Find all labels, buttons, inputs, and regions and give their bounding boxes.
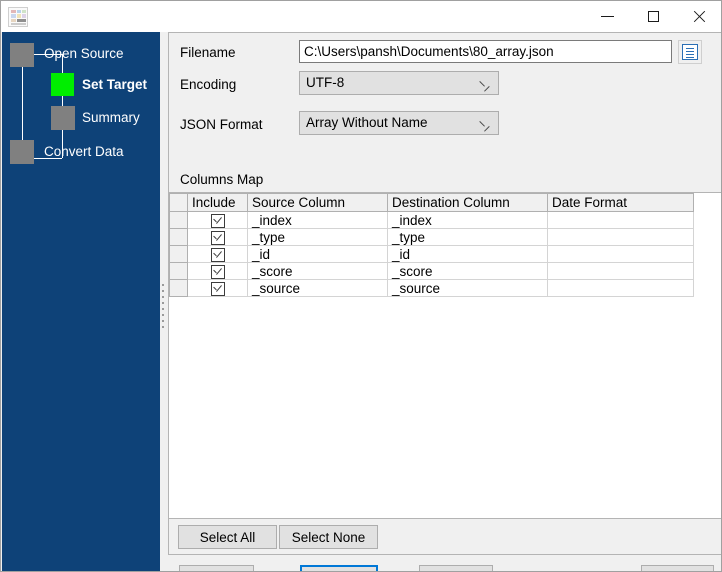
row-selector[interactable] (170, 263, 188, 280)
checkbox-checked-icon[interactable] (211, 282, 225, 296)
destination-column-cell[interactable]: _source (388, 280, 548, 297)
back-button[interactable]: Back (179, 565, 254, 572)
wizard-label-open-source: Open Source (44, 46, 124, 62)
wizard-sidebar: Open Source Set Target Summary Convert D… (2, 32, 160, 572)
col-header-date-format[interactable]: Date Format (548, 194, 694, 212)
row-selector[interactable] (170, 246, 188, 263)
destination-column-cell[interactable]: _score (388, 263, 548, 280)
selection-actions-bar: Select All Select None (168, 519, 722, 555)
checkbox-checked-icon[interactable] (211, 231, 225, 245)
file-document-icon (682, 44, 698, 60)
checkbox-checked-icon[interactable] (211, 265, 225, 279)
select-all-button[interactable]: Select All (178, 525, 277, 549)
wizard-label-convert-data: Convert Data (44, 144, 124, 160)
table-row[interactable]: _source _source (170, 280, 694, 297)
next-button[interactable]: Next (300, 565, 378, 572)
json-format-label: JSON Format (180, 117, 263, 132)
splitter-grip-icon (162, 284, 165, 332)
help-button[interactable]: ? Help (641, 565, 714, 572)
checkbox-checked-icon[interactable] (211, 214, 225, 228)
filename-input[interactable] (299, 40, 672, 63)
columns-map-label: Columns Map (180, 172, 263, 187)
source-column-cell[interactable]: _source (248, 280, 388, 297)
source-column-cell[interactable]: _index (248, 212, 388, 229)
columns-map-grid[interactable]: Include Source Column Destination Column… (168, 192, 722, 519)
main-content: Filename Encoding UTF-8 JSON Format Arra… (168, 32, 722, 572)
source-column-cell[interactable]: _type (248, 229, 388, 246)
date-format-cell[interactable] (548, 229, 694, 246)
date-format-cell[interactable] (548, 280, 694, 297)
date-format-cell[interactable] (548, 246, 694, 263)
wizard-node-open-source[interactable] (10, 43, 34, 67)
col-header-destination-column[interactable]: Destination Column (388, 194, 548, 212)
select-none-button[interactable]: Select None (279, 525, 378, 549)
table-row[interactable]: _index _index (170, 212, 694, 229)
minimize-button[interactable] (585, 1, 631, 32)
panel-splitter[interactable] (160, 32, 168, 572)
table-row[interactable]: _type _type (170, 229, 694, 246)
minimize-icon (601, 16, 614, 17)
chevron-down-icon (480, 80, 489, 89)
wizard-label-summary: Summary (82, 110, 140, 126)
application-window: Open Source Set Target Summary Convert D… (0, 0, 722, 572)
browse-file-button[interactable] (678, 40, 702, 64)
wizard-footer: Back Next Cancel ? Help (168, 555, 722, 572)
destination-column-cell[interactable]: _id (388, 246, 548, 263)
row-selector[interactable] (170, 229, 188, 246)
chevron-down-icon-2 (480, 120, 489, 129)
include-cell[interactable] (188, 212, 248, 229)
col-header-select[interactable] (170, 194, 188, 212)
wizard-node-set-target[interactable] (51, 73, 74, 96)
include-cell[interactable] (188, 263, 248, 280)
include-cell[interactable] (188, 246, 248, 263)
filename-label: Filename (180, 45, 236, 60)
app-grid-icon (8, 7, 28, 27)
col-header-include[interactable]: Include (188, 194, 248, 212)
include-cell[interactable] (188, 280, 248, 297)
date-format-cell[interactable] (548, 263, 694, 280)
target-form: Filename Encoding UTF-8 JSON Format Arra… (168, 32, 722, 192)
checkbox-checked-icon[interactable] (211, 248, 225, 262)
destination-column-cell[interactable]: _type (388, 229, 548, 246)
table-body: _index _index _type _type _id (170, 212, 694, 297)
maximize-icon (648, 11, 659, 22)
encoding-value: UTF-8 (306, 75, 344, 90)
json-format-select[interactable]: Array Without Name (299, 111, 499, 135)
wizard-node-summary[interactable] (51, 106, 75, 130)
col-header-source-column[interactable]: Source Column (248, 194, 388, 212)
close-button[interactable] (677, 1, 722, 32)
json-format-value: Array Without Name (306, 115, 428, 130)
encoding-label: Encoding (180, 77, 236, 92)
cancel-button[interactable]: Cancel (419, 565, 493, 572)
wizard-step-tree: Open Source Set Target Summary Convert D… (2, 32, 160, 192)
columns-map-table: Include Source Column Destination Column… (169, 193, 694, 297)
date-format-cell[interactable] (548, 212, 694, 229)
table-row[interactable]: _id _id (170, 246, 694, 263)
row-selector[interactable] (170, 280, 188, 297)
wizard-node-convert-data[interactable] (10, 140, 34, 164)
wizard-label-set-target: Set Target (82, 77, 147, 93)
source-column-cell[interactable]: _id (248, 246, 388, 263)
include-cell[interactable] (188, 229, 248, 246)
row-selector[interactable] (170, 212, 188, 229)
table-row[interactable]: _score _score (170, 263, 694, 280)
table-header-row: Include Source Column Destination Column… (170, 194, 694, 212)
title-bar (1, 1, 722, 32)
source-column-cell[interactable]: _score (248, 263, 388, 280)
destination-column-cell[interactable]: _index (388, 212, 548, 229)
maximize-button[interactable] (631, 1, 677, 32)
encoding-select[interactable]: UTF-8 (299, 71, 499, 95)
